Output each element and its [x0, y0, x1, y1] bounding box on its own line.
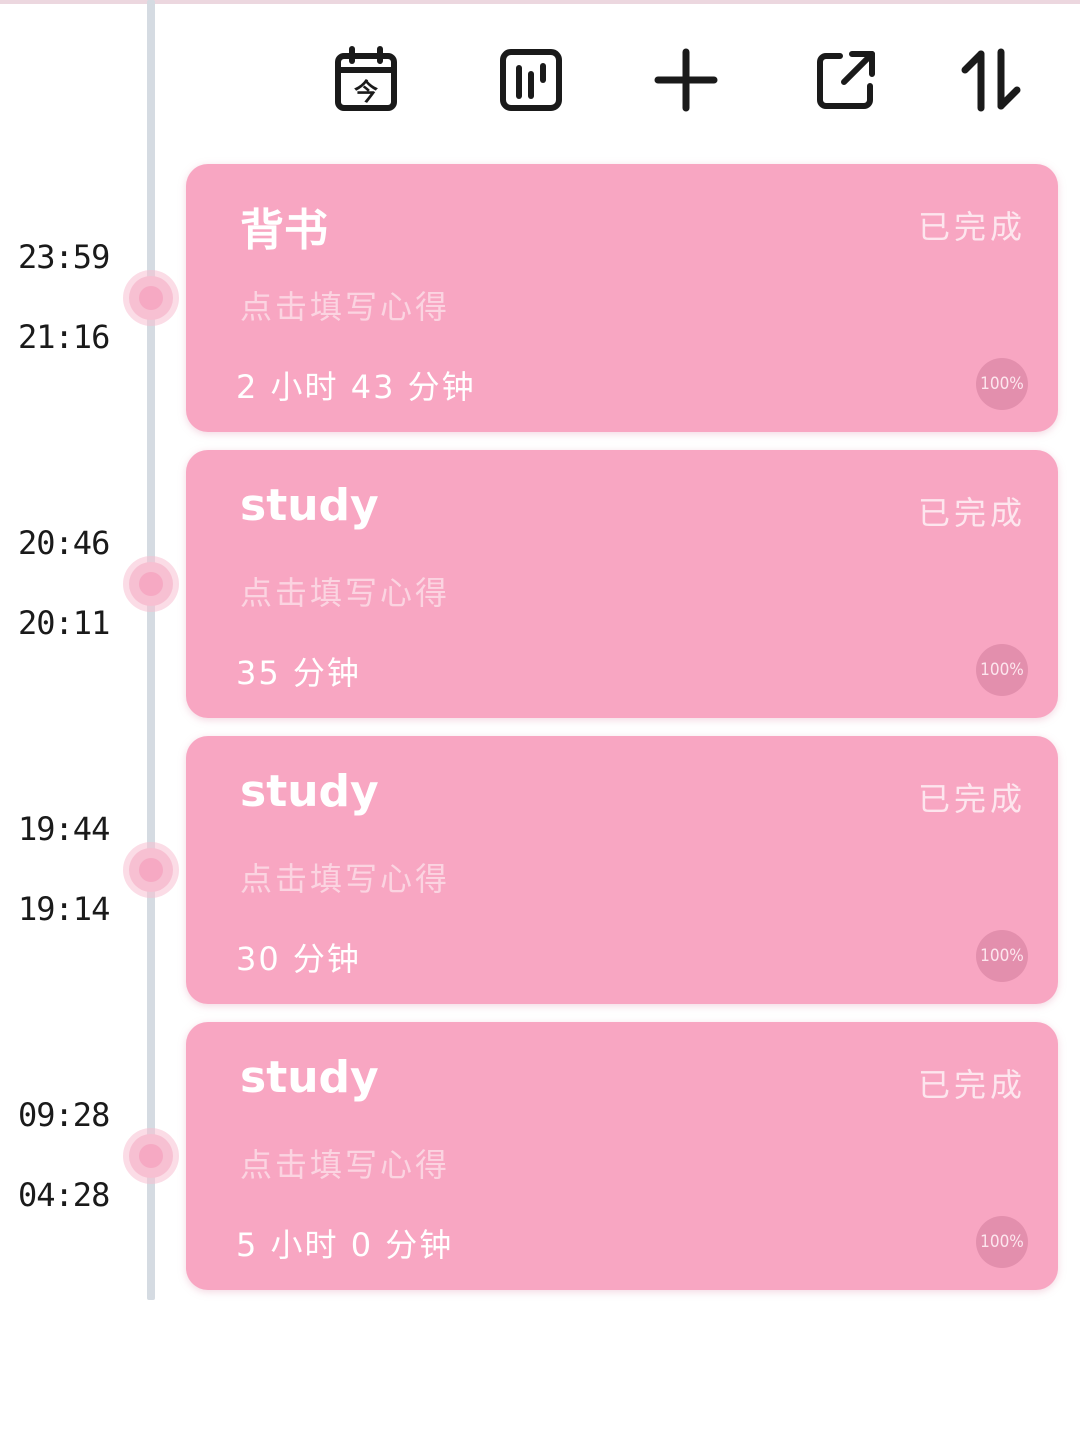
statistics-icon	[500, 49, 562, 111]
status-badge: 已完成	[917, 780, 1026, 818]
share-button[interactable]	[810, 44, 882, 116]
sort-icon	[961, 48, 1021, 112]
note-placeholder[interactable]: 点击填写心得	[240, 568, 450, 614]
calendar-today-button[interactable]: 今	[330, 44, 402, 116]
note-placeholder[interactable]: 点击填写心得	[240, 1140, 450, 1186]
task-duration: 30 分钟	[236, 940, 361, 978]
add-button[interactable]	[650, 44, 722, 116]
timeline-entry: 19:44 19:14 study 已完成 点击填写心得 30 分钟 100%	[0, 736, 1080, 1006]
timeline-entry: 09:28 04:28 study 已完成 点击填写心得 5 小时 0 分钟 1…	[0, 1022, 1080, 1292]
start-time: 20:11	[18, 604, 110, 642]
statistics-button[interactable]	[495, 44, 567, 116]
note-placeholder[interactable]: 点击填写心得	[240, 282, 450, 328]
sort-button[interactable]	[955, 44, 1027, 116]
timeline-entry: 20:46 20:11 study 已完成 点击填写心得 35 分钟 100%	[0, 450, 1080, 720]
task-card[interactable]: study 已完成 点击填写心得 35 分钟 100%	[186, 450, 1058, 718]
note-placeholder[interactable]: 点击填写心得	[240, 854, 450, 900]
share-icon	[817, 51, 875, 109]
task-duration: 5 小时 0 分钟	[236, 1226, 454, 1264]
progress-badge: 100%	[976, 644, 1028, 696]
status-badge: 已完成	[917, 494, 1026, 532]
svg-text:今: 今	[354, 78, 378, 106]
progress-badge: 100%	[976, 930, 1028, 982]
timeline-entry: 23:59 21:16 背书 已完成 点击填写心得 2 小时 43 分钟 100…	[0, 164, 1080, 434]
task-card[interactable]: study 已完成 点击填写心得 5 小时 0 分钟 100%	[186, 1022, 1058, 1290]
status-badge: 已完成	[917, 1066, 1026, 1104]
progress-badge: 100%	[976, 358, 1028, 410]
task-duration: 35 分钟	[236, 654, 361, 692]
status-badge: 已完成	[917, 208, 1026, 246]
calendar-today-icon: 今	[335, 46, 397, 111]
task-title: study	[240, 766, 379, 817]
timeline-dot	[129, 562, 173, 606]
task-card[interactable]: 背书 已完成 点击填写心得 2 小时 43 分钟 100%	[186, 164, 1058, 432]
start-time: 04:28	[18, 1176, 110, 1214]
start-time: 21:16	[18, 318, 110, 356]
timeline-dot	[129, 848, 173, 892]
task-card[interactable]: study 已完成 点击填写心得 30 分钟 100%	[186, 736, 1058, 1004]
end-time: 20:46	[18, 524, 110, 562]
end-time: 23:59	[18, 238, 110, 276]
timeline-dot	[129, 276, 173, 320]
timeline-dot	[129, 1134, 173, 1178]
end-time: 19:44	[18, 810, 110, 848]
task-title: study	[240, 480, 379, 531]
task-duration: 2 小时 43 分钟	[236, 368, 476, 406]
start-time: 19:14	[18, 890, 110, 928]
toolbar: 今	[0, 0, 1080, 160]
progress-badge: 100%	[976, 1216, 1028, 1268]
end-time: 09:28	[18, 1096, 110, 1134]
task-title: 背书	[240, 205, 328, 256]
add-icon	[654, 48, 718, 112]
task-title: study	[240, 1052, 379, 1103]
